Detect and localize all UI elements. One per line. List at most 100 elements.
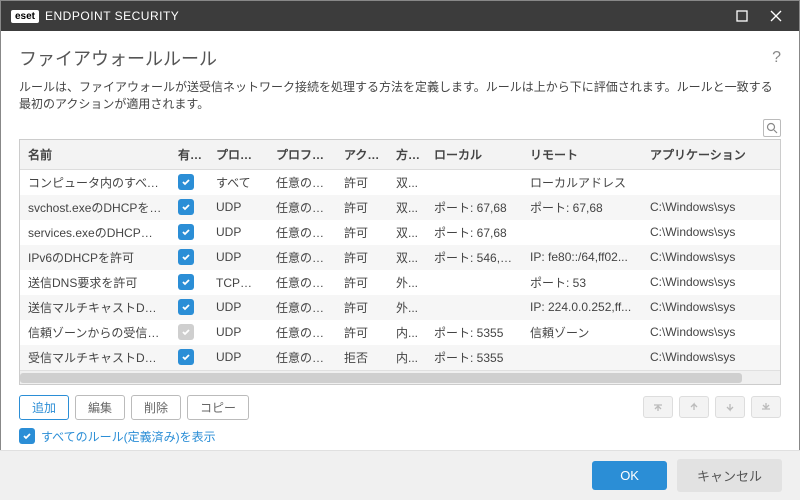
cell-local: ポート: 67,68 xyxy=(426,195,522,220)
cell-direction: 内... xyxy=(388,320,426,345)
col-name[interactable]: 名前 xyxy=(20,140,170,170)
table-row[interactable]: 信頼ゾーンからの受信マルチキャ...UDP任意のプロ...許可内...ポート: … xyxy=(20,320,780,345)
cell-protocol: UDP xyxy=(208,345,268,370)
cell-remote xyxy=(522,345,642,370)
checkbox-icon[interactable] xyxy=(178,299,194,315)
cell-remote: IP: fe80::/64,ff02... xyxy=(522,245,642,270)
table-header-row: 名前 有効 プロトコル プロファイル アクション 方向 ローカル リモート アプ… xyxy=(20,140,780,170)
col-action[interactable]: アクション xyxy=(336,140,388,170)
search-button[interactable] xyxy=(763,119,781,137)
cell-enabled[interactable] xyxy=(170,220,208,245)
cell-action: 許可 xyxy=(336,195,388,220)
cell-protocol: UDP xyxy=(208,245,268,270)
col-remote[interactable]: リモート xyxy=(522,140,642,170)
cell-action: 許可 xyxy=(336,270,388,295)
cell-application: C:\Windows\sys xyxy=(642,220,780,245)
cell-direction: 双... xyxy=(388,245,426,270)
brand-badge: eset xyxy=(11,10,39,23)
close-button[interactable] xyxy=(759,1,793,31)
cell-direction: 外... xyxy=(388,295,426,320)
checkbox-icon[interactable] xyxy=(178,224,194,240)
cell-direction: 双... xyxy=(388,220,426,245)
table-row[interactable]: コンピュータ内のすべてのトラフィッ...すべて任意のプロ...許可双...ローカ… xyxy=(20,169,780,195)
cell-name: コンピュータ内のすべてのトラフィッ... xyxy=(20,169,170,195)
cell-remote: ポート: 67,68 xyxy=(522,195,642,220)
cell-action: 許可 xyxy=(336,220,388,245)
cell-name: services.exeのDHCPを許可 xyxy=(20,220,170,245)
cell-protocol: UDP xyxy=(208,320,268,345)
cell-enabled[interactable] xyxy=(170,320,208,345)
cell-application: C:\Windows\sys xyxy=(642,345,780,370)
titlebar: eset ENDPOINT SECURITY xyxy=(1,1,799,31)
cell-direction: 双... xyxy=(388,169,426,195)
checkbox-icon[interactable] xyxy=(178,349,194,365)
copy-button: コピー xyxy=(187,395,249,420)
cell-protocol: TCPおよ... xyxy=(208,270,268,295)
table-row[interactable]: 送信マルチキャストDNS要求を...UDP任意のプロ...許可外...IP: 2… xyxy=(20,295,780,320)
show-all-label[interactable]: すべてのルール(定義済み)を表示 xyxy=(41,428,216,445)
cell-protocol: UDP xyxy=(208,220,268,245)
move-top-button xyxy=(643,396,673,418)
page-description: ルールは、ファイアウォールが送受信ネットワーク接続を処理する方法を定義します。ル… xyxy=(19,79,781,113)
show-all-checkbox[interactable] xyxy=(19,428,35,444)
ok-button[interactable]: OK xyxy=(592,461,667,490)
col-enabled[interactable]: 有効 xyxy=(170,140,208,170)
cell-enabled[interactable] xyxy=(170,169,208,195)
cell-remote: 信頼ゾーン xyxy=(522,320,642,345)
col-profile[interactable]: プロファイル xyxy=(268,140,336,170)
cell-profile: 任意のプロ... xyxy=(268,295,336,320)
page-title: ファイアウォールルール xyxy=(19,45,772,71)
help-icon[interactable]: ? xyxy=(772,49,781,67)
col-local[interactable]: ローカル xyxy=(426,140,522,170)
col-direction[interactable]: 方向 xyxy=(388,140,426,170)
cell-name: 受信マルチキャストDNS要求を... xyxy=(20,345,170,370)
cell-enabled[interactable] xyxy=(170,195,208,220)
minimize-button[interactable] xyxy=(725,1,759,31)
cell-local: ポート: 5355 xyxy=(426,320,522,345)
cell-profile: 任意のプロ... xyxy=(268,169,336,195)
table-row[interactable]: 受信マルチキャストDNS要求を...UDP任意のプロ...拒否内...ポート: … xyxy=(20,345,780,370)
cell-application: C:\Windows\sys xyxy=(642,270,780,295)
table-row[interactable]: services.exeのDHCPを許可UDP任意のプロ...許可双...ポート… xyxy=(20,220,780,245)
move-bottom-button xyxy=(751,396,781,418)
cell-remote: IP: 224.0.0.252,ff... xyxy=(522,295,642,320)
cell-name: svchost.exeのDHCPを許可 xyxy=(20,195,170,220)
cell-name: 送信DNS要求を許可 xyxy=(20,270,170,295)
cell-protocol: UDP xyxy=(208,295,268,320)
horizontal-scrollbar[interactable] xyxy=(20,370,780,384)
cancel-button[interactable]: キャンセル xyxy=(677,459,782,492)
cell-application xyxy=(642,169,780,195)
cell-name: IPv6のDHCPを許可 xyxy=(20,245,170,270)
cell-enabled[interactable] xyxy=(170,345,208,370)
checkbox-icon[interactable] xyxy=(178,274,194,290)
cell-direction: 双... xyxy=(388,195,426,220)
checkbox-icon[interactable] xyxy=(178,324,194,340)
cell-profile: 任意のプロ... xyxy=(268,220,336,245)
rules-table: 名前 有効 プロトコル プロファイル アクション 方向 ローカル リモート アプ… xyxy=(19,139,781,385)
table-row[interactable]: IPv6のDHCPを許可UDP任意のプロ...許可双...ポート: 546,54… xyxy=(20,245,780,270)
dialog-footer: OK キャンセル xyxy=(0,450,800,500)
cell-name: 送信マルチキャストDNS要求を... xyxy=(20,295,170,320)
cell-local xyxy=(426,295,522,320)
cell-enabled[interactable] xyxy=(170,295,208,320)
col-protocol[interactable]: プロトコル xyxy=(208,140,268,170)
cell-profile: 任意のプロ... xyxy=(268,345,336,370)
cell-remote: ポート: 53 xyxy=(522,270,642,295)
table-row[interactable]: 送信DNS要求を許可TCPおよ...任意のプロ...許可外...ポート: 53C… xyxy=(20,270,780,295)
table-row[interactable]: svchost.exeのDHCPを許可UDP任意のプロ...許可双...ポート:… xyxy=(20,195,780,220)
col-application[interactable]: アプリケーション xyxy=(642,140,780,170)
cell-enabled[interactable] xyxy=(170,245,208,270)
cell-name: 信頼ゾーンからの受信マルチキャ... xyxy=(20,320,170,345)
delete-button: 削除 xyxy=(131,395,181,420)
cell-protocol: すべて xyxy=(208,169,268,195)
cell-protocol: UDP xyxy=(208,195,268,220)
cell-enabled[interactable] xyxy=(170,270,208,295)
edit-button: 編集 xyxy=(75,395,125,420)
checkbox-icon[interactable] xyxy=(178,174,194,190)
cell-action: 許可 xyxy=(336,245,388,270)
checkbox-icon[interactable] xyxy=(178,249,194,265)
checkbox-icon[interactable] xyxy=(178,199,194,215)
move-up-button xyxy=(679,396,709,418)
cell-action: 許可 xyxy=(336,169,388,195)
add-button[interactable]: 追加 xyxy=(19,395,69,420)
